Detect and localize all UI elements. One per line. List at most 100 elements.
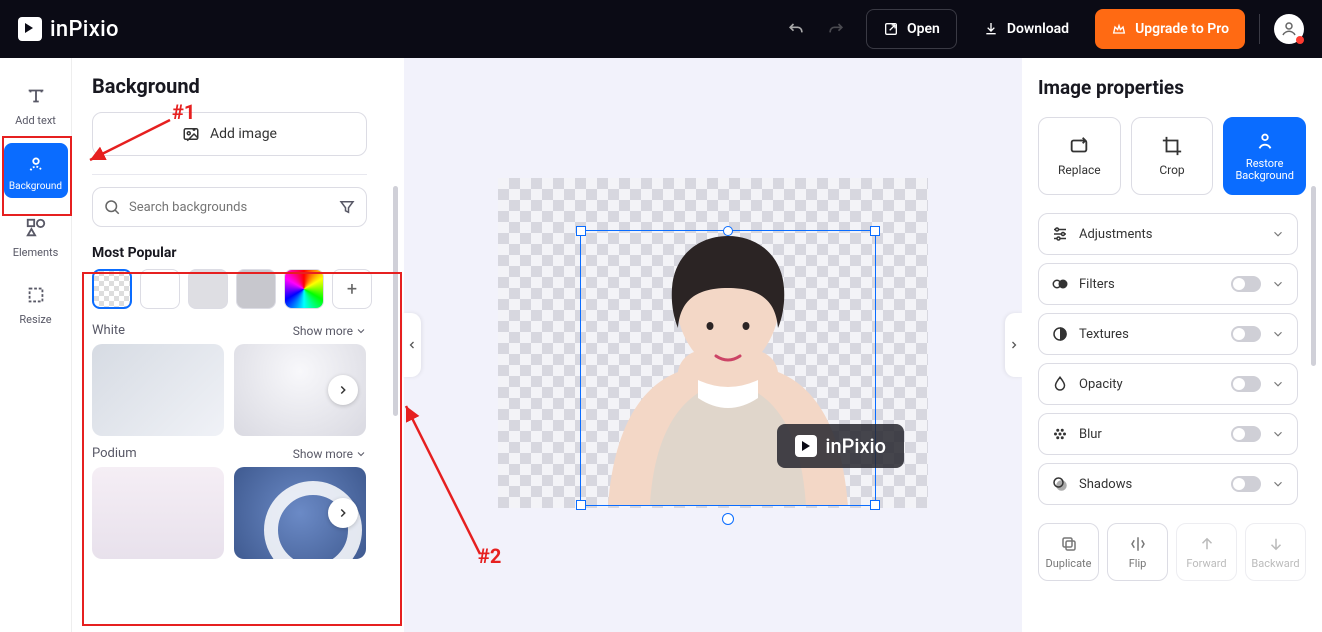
blur-toggle[interactable] [1231,426,1261,442]
collapse-right-button[interactable] [1005,313,1023,377]
handle-bottom-left[interactable] [576,500,586,510]
swatch-add[interactable]: + [332,269,372,309]
filter-icon[interactable] [338,198,356,216]
flip-button[interactable]: Flip [1107,523,1168,581]
search-icon [103,198,121,216]
swatch-row: + [92,269,388,309]
filters-icon [1051,275,1069,293]
duplicate-label: Duplicate [1046,557,1092,570]
account-avatar[interactable] [1274,14,1304,44]
watermark-logo-icon [795,435,817,457]
swatch-transparent[interactable] [92,269,132,309]
undo-button[interactable] [776,9,816,49]
replace-label: Replace [1058,163,1101,177]
filters-accordion[interactable]: Filters [1038,263,1298,305]
search-backgrounds[interactable] [92,187,367,227]
brand[interactable]: inPixio [18,17,119,42]
crop-tool[interactable]: Crop [1131,117,1214,195]
chevron-down-icon [1271,277,1285,291]
blur-label: Blur [1079,427,1102,442]
swatch-color-picker[interactable] [284,269,324,309]
redo-button[interactable] [816,9,856,49]
show-more-podium[interactable]: Show more [293,447,367,461]
rail-resize[interactable]: Resize [4,275,68,332]
swatch-light-gray[interactable] [188,269,228,309]
bg-thumb-podium-2[interactable] [234,467,366,559]
handle-rotate[interactable] [722,513,734,525]
top-bar: inPixio Open Download Upgrade to Pro [0,0,1322,58]
download-label: Download [1007,21,1069,37]
adjustments-accordion[interactable]: Adjustments [1038,213,1298,255]
category-podium: Podium [92,446,137,461]
open-button[interactable]: Open [866,9,957,49]
bg-thumb-white-2[interactable] [234,344,366,436]
restore-background-tool[interactable]: RestoreBackground [1223,117,1306,195]
textures-accordion[interactable]: Textures [1038,313,1298,355]
opacity-label: Opacity [1079,377,1123,392]
replace-tool[interactable]: Replace [1038,117,1121,195]
shadows-toggle[interactable] [1231,476,1261,492]
rail-resize-label: Resize [19,313,51,326]
search-input[interactable] [129,200,330,215]
restore-label-1: Restore [1246,157,1284,170]
rail-background-label: Background [9,181,62,192]
next-podium-button[interactable] [328,498,358,528]
swatch-gray[interactable] [236,269,276,309]
chevron-down-icon [1271,377,1285,391]
textures-label: Textures [1079,327,1129,342]
open-label: Open [907,21,940,37]
rail-background[interactable]: Background [4,143,68,198]
rail-elements-label: Elements [13,246,59,259]
shadows-icon [1051,475,1069,493]
notification-dot-icon [1296,36,1304,44]
canvas-area: inPixio [404,58,1022,632]
handle-top-center[interactable] [723,226,733,236]
opacity-toggle[interactable] [1231,376,1261,392]
watermark: inPixio [777,424,904,468]
panel-scrollbar[interactable] [393,186,398,416]
add-image-label: Add image [210,126,277,142]
rail-add-text-label: Add text [15,114,56,127]
flip-label: Flip [1129,557,1147,570]
divider [92,174,367,175]
filters-toggle[interactable] [1231,276,1261,292]
shadows-label: Shadows [1079,477,1132,492]
collapse-left-button[interactable] [403,313,421,377]
panel-title: Background [92,74,388,98]
chevron-down-icon [1271,227,1285,241]
swatch-white[interactable] [140,269,180,309]
textures-toggle[interactable] [1231,326,1261,342]
show-more-white[interactable]: Show more [293,324,367,338]
blur-icon [1051,425,1069,443]
add-image-button[interactable]: Add image [92,112,367,156]
tool-rail: Add text Background Elements Resize [0,58,72,632]
rail-elements[interactable]: Elements [4,208,68,265]
opacity-accordion[interactable]: Opacity [1038,363,1298,405]
next-white-button[interactable] [328,375,358,405]
blur-accordion[interactable]: Blur [1038,413,1298,455]
forward-button[interactable]: Forward [1176,523,1237,581]
section-most-popular: Most Popular [92,245,388,261]
download-button[interactable]: Download [967,9,1085,49]
bg-thumb-podium-1[interactable] [92,467,224,559]
properties-panel: Image properties Replace Crop RestoreBac… [1022,58,1322,632]
bg-thumb-white-1[interactable] [92,344,224,436]
handle-bottom-right[interactable] [870,500,880,510]
upgrade-button[interactable]: Upgrade to Pro [1095,9,1245,49]
backward-button[interactable]: Backward [1245,523,1306,581]
forward-label: Forward [1186,557,1226,570]
duplicate-button[interactable]: Duplicate [1038,523,1099,581]
resize-icon [22,281,50,309]
elements-icon [22,214,50,242]
rail-add-text[interactable]: Add text [4,76,68,133]
handle-top-right[interactable] [870,226,880,236]
textures-icon [1051,325,1069,343]
props-scrollbar[interactable] [1311,186,1316,366]
handle-top-left[interactable] [576,226,586,236]
crop-label: Crop [1159,163,1184,177]
shadows-accordion[interactable]: Shadows [1038,463,1298,505]
category-white: White [92,323,125,338]
watermark-text: inPixio [825,434,886,458]
chevron-down-icon [1271,327,1285,341]
canvas-stage[interactable]: inPixio [498,178,928,508]
